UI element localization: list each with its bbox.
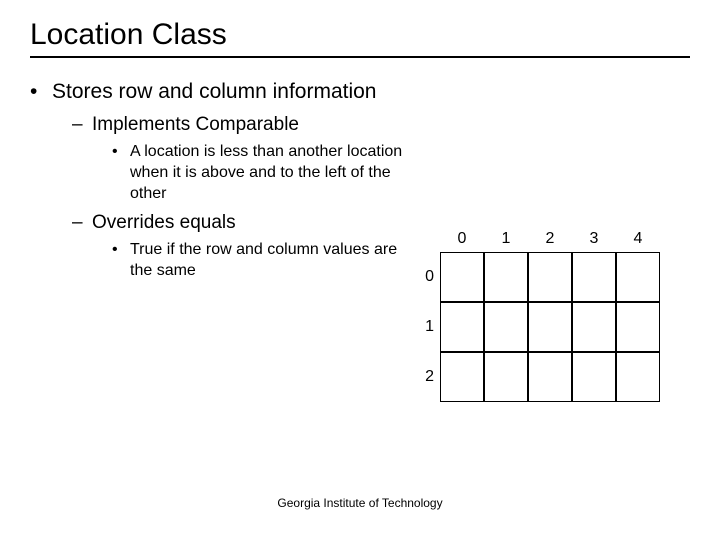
grid-cell (616, 252, 660, 302)
grid-cell (616, 302, 660, 352)
grid-cell (440, 252, 484, 302)
grid-row-label: 2 (418, 352, 440, 402)
grid-cell (528, 352, 572, 402)
grid-col-label: 0 (440, 230, 484, 248)
slide: Location Class Stores row and column inf… (0, 0, 720, 540)
grid-row: 1 (440, 302, 660, 352)
grid-col-label: 2 (528, 230, 572, 248)
grid-cell (616, 352, 660, 402)
grid-col-labels: 0 1 2 3 4 (440, 230, 660, 252)
grid-row-label: 1 (418, 302, 440, 352)
grid-col-label: 3 (572, 230, 616, 248)
grid-cell (528, 302, 572, 352)
grid-row-label: 0 (418, 252, 440, 302)
slide-title: Location Class (30, 18, 690, 58)
grid-cell (440, 302, 484, 352)
grid-cell (528, 252, 572, 302)
footer: Georgia Institute of Technology (0, 496, 720, 510)
grid-row: 0 (440, 252, 660, 302)
grid-cell (572, 252, 616, 302)
grid-col-label: 1 (484, 230, 528, 248)
grid-row: 2 (440, 352, 660, 402)
grid-cell (484, 252, 528, 302)
grid-cell (572, 352, 616, 402)
grid-diagram: 0 1 2 3 4 0 1 2 (440, 230, 660, 402)
bullet-level3: A location is less than another location… (30, 142, 410, 204)
bullet-level3: True if the row and column values are th… (30, 240, 410, 282)
grid-cell (572, 302, 616, 352)
grid-cell (484, 302, 528, 352)
bullet-level1: Stores row and column information (30, 80, 690, 104)
grid-col-label: 4 (616, 230, 660, 248)
bullet-level2: Implements Comparable (30, 114, 690, 136)
grid-cell (484, 352, 528, 402)
grid-cell (440, 352, 484, 402)
